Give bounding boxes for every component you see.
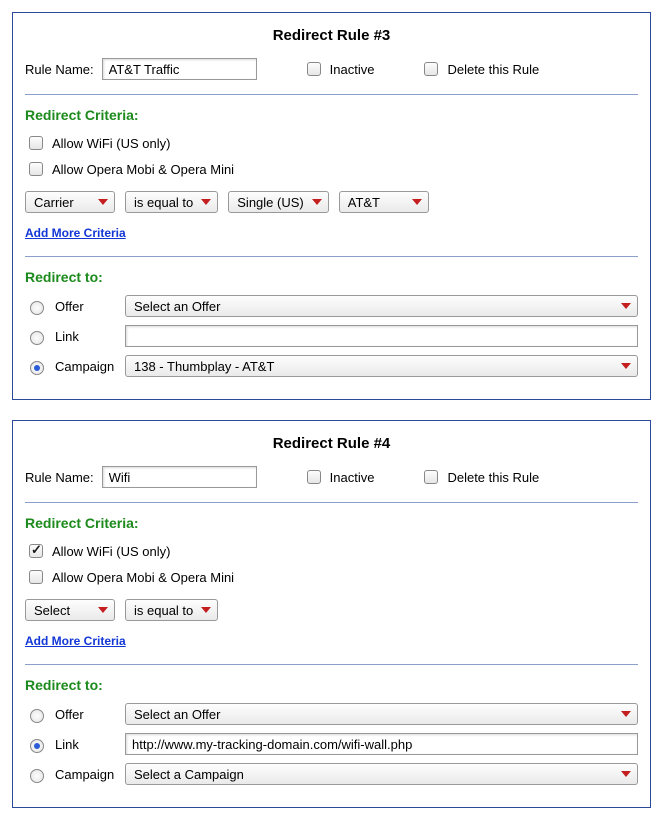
criteria-select[interactable]: is equal to <box>125 191 218 213</box>
rule-name-input[interactable] <box>102 466 257 488</box>
dest-radio-link[interactable] <box>30 739 44 753</box>
dest-select-campaign[interactable]: Select a Campaign <box>125 763 638 785</box>
separator <box>25 94 638 95</box>
inactive-checkbox[interactable] <box>307 470 321 484</box>
allow-opera-row: Allow Opera Mobi & Opera Mini <box>25 567 638 587</box>
chevron-down-icon <box>621 711 631 717</box>
criteria-options: Allow WiFi (US only) Allow Opera Mobi & O… <box>25 133 638 179</box>
dest-label-campaign: Campaign <box>55 359 117 374</box>
dest-radio-link[interactable] <box>30 331 44 345</box>
dest-select-value: Select an Offer <box>134 707 220 722</box>
allow-opera-label: Allow Opera Mobi & Opera Mini <box>52 162 234 177</box>
allow-opera-label: Allow Opera Mobi & Opera Mini <box>52 570 234 585</box>
criteria-select[interactable]: AT&T <box>339 191 429 213</box>
allow-opera-checkbox[interactable] <box>29 162 43 176</box>
allow-wifi-label: Allow WiFi (US only) <box>52 136 170 151</box>
dest-row-offer: Offer Select an Offer <box>25 295 638 317</box>
rule-name-label: Rule Name: <box>25 470 94 485</box>
allow-wifi-checkbox[interactable] <box>29 544 43 558</box>
chevron-down-icon <box>98 607 108 613</box>
dest-row-campaign: Campaign Select a Campaign <box>25 763 638 785</box>
dest-label-link: Link <box>55 329 117 344</box>
allow-wifi-row: Allow WiFi (US only) <box>25 541 638 561</box>
inactive-checkbox-row: Inactive <box>303 59 375 79</box>
dest-radio-offer[interactable] <box>30 301 44 315</box>
inactive-label: Inactive <box>330 62 375 77</box>
criteria-title: Redirect Criteria: <box>25 107 638 123</box>
allow-wifi-label: Allow WiFi (US only) <box>52 544 170 559</box>
dest-select-value: 138 - Thumbplay - AT&T <box>134 359 274 374</box>
dest-row-campaign: Campaign 138 - Thumbplay - AT&T <box>25 355 638 377</box>
chevron-down-icon <box>621 363 631 369</box>
delete-checkbox-row: Delete this Rule <box>420 59 539 79</box>
criteria-options: Allow WiFi (US only) Allow Opera Mobi & O… <box>25 541 638 587</box>
chevron-down-icon <box>312 199 322 205</box>
dest-radio-campaign[interactable] <box>30 361 44 375</box>
inactive-checkbox-row: Inactive <box>303 467 375 487</box>
delete-checkbox[interactable] <box>424 62 438 76</box>
inactive-label: Inactive <box>330 470 375 485</box>
chevron-down-icon <box>412 199 422 205</box>
chevron-down-icon <box>621 303 631 309</box>
redirect-to-title: Redirect to: <box>25 269 638 285</box>
dest-select-offer[interactable]: Select an Offer <box>125 703 638 725</box>
criteria-select[interactable]: Carrier <box>25 191 115 213</box>
redirect-to-title: Redirect to: <box>25 677 638 693</box>
rule-top-row: Rule Name: Inactive Delete this Rule <box>25 58 638 80</box>
chevron-down-icon <box>201 199 211 205</box>
add-more-criteria-link[interactable]: Add More Criteria <box>25 226 126 240</box>
rule-title: Redirect Rule #4 <box>25 435 638 452</box>
chevron-down-icon <box>98 199 108 205</box>
allow-wifi-row: Allow WiFi (US only) <box>25 133 638 153</box>
dest-row-offer: Offer Select an Offer <box>25 703 638 725</box>
dest-select-offer[interactable]: Select an Offer <box>125 295 638 317</box>
dest-radio-offer[interactable] <box>30 709 44 723</box>
rule-top-row: Rule Name: Inactive Delete this Rule <box>25 466 638 488</box>
criteria-select[interactable]: is equal to <box>125 599 218 621</box>
rule-name-label: Rule Name: <box>25 62 94 77</box>
criteria-title: Redirect Criteria: <box>25 515 638 531</box>
dest-label-offer: Offer <box>55 299 117 314</box>
rule-panel: Redirect Rule #3 Rule Name: Inactive Delete… <box>12 12 651 400</box>
separator <box>25 664 638 665</box>
delete-label: Delete this Rule <box>447 62 539 77</box>
allow-opera-row: Allow Opera Mobi & Opera Mini <box>25 159 638 179</box>
criteria-select-value: Single (US) <box>237 195 303 210</box>
allow-opera-checkbox[interactable] <box>29 570 43 584</box>
dest-label-offer: Offer <box>55 707 117 722</box>
rule-title: Redirect Rule #3 <box>25 27 638 44</box>
delete-checkbox[interactable] <box>424 470 438 484</box>
delete-checkbox-row: Delete this Rule <box>420 467 539 487</box>
dest-label-link: Link <box>55 737 117 752</box>
rule-name-input[interactable] <box>102 58 257 80</box>
dest-row-link: Link <box>25 733 638 755</box>
dest-label-campaign: Campaign <box>55 767 117 782</box>
chevron-down-icon <box>621 771 631 777</box>
delete-label: Delete this Rule <box>447 470 539 485</box>
dest-link-input[interactable] <box>125 325 638 347</box>
rule-panel: Redirect Rule #4 Rule Name: Inactive Delete… <box>12 420 651 808</box>
separator <box>25 256 638 257</box>
dest-radio-campaign[interactable] <box>30 769 44 783</box>
criteria-select[interactable]: Single (US) <box>228 191 328 213</box>
criteria-select[interactable]: Select <box>25 599 115 621</box>
chevron-down-icon <box>201 607 211 613</box>
add-more-criteria-link[interactable]: Add More Criteria <box>25 634 126 648</box>
dest-row-link: Link <box>25 325 638 347</box>
criteria-select-value: Carrier <box>34 195 74 210</box>
criteria-select-value: Select <box>34 603 70 618</box>
criteria-select-value: is equal to <box>134 603 193 618</box>
dest-link-input[interactable] <box>125 733 638 755</box>
criteria-select-row: Carrier is equal to Single (US) AT&T <box>25 191 638 213</box>
criteria-select-value: AT&T <box>348 195 380 210</box>
inactive-checkbox[interactable] <box>307 62 321 76</box>
dest-select-value: Select an Offer <box>134 299 220 314</box>
separator <box>25 502 638 503</box>
criteria-select-value: is equal to <box>134 195 193 210</box>
criteria-select-row: Select is equal to <box>25 599 638 621</box>
dest-select-campaign[interactable]: 138 - Thumbplay - AT&T <box>125 355 638 377</box>
allow-wifi-checkbox[interactable] <box>29 136 43 150</box>
dest-select-value: Select a Campaign <box>134 767 244 782</box>
